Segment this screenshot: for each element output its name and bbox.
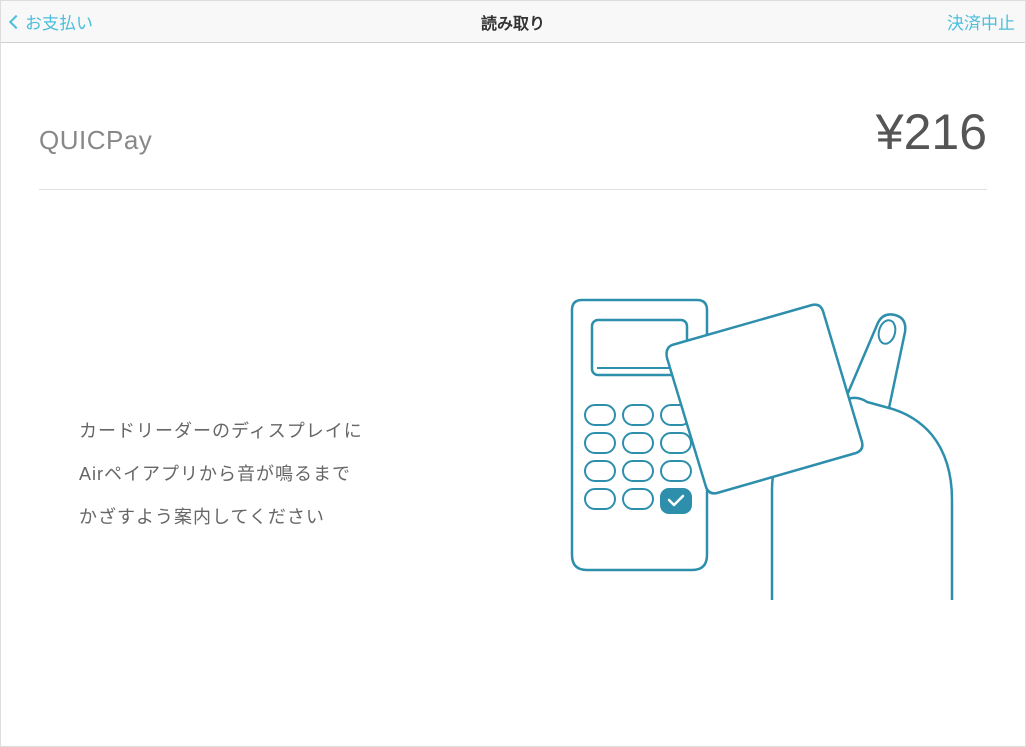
card-reader-illustration (507, 265, 987, 625)
chevron-left-icon (9, 14, 23, 28)
instruction-text: カードリーダーのディスプレイに Airペイアプリから音が鳴るまで かざすよう案内… (39, 265, 507, 625)
main-area: カードリーダーのディスプレイに Airペイアプリから音が鳴るまで かざすよう案内… (39, 265, 987, 625)
instruction-line-2: Airペイアプリから音が鳴るまで (79, 453, 507, 496)
payment-summary: QUICPay ¥216 (39, 103, 987, 190)
header-bar: お支払い 読み取り 決済中止 (1, 1, 1025, 43)
back-button[interactable]: お支払い (11, 9, 93, 34)
content-area: QUICPay ¥216 カードリーダーのディスプレイに Airペイアプリから音… (1, 43, 1025, 625)
payment-method-label: QUICPay (39, 125, 152, 156)
page-title: 読み取り (481, 10, 545, 34)
back-label: お支払い (25, 9, 93, 34)
instruction-line-3: かざすよう案内してください (79, 496, 507, 539)
instruction-line-1: カードリーダーのディスプレイに (79, 410, 507, 453)
payment-amount-value: ¥216 (876, 103, 987, 161)
reader-svg-icon (537, 290, 957, 600)
cancel-payment-button[interactable]: 決済中止 (947, 9, 1015, 34)
